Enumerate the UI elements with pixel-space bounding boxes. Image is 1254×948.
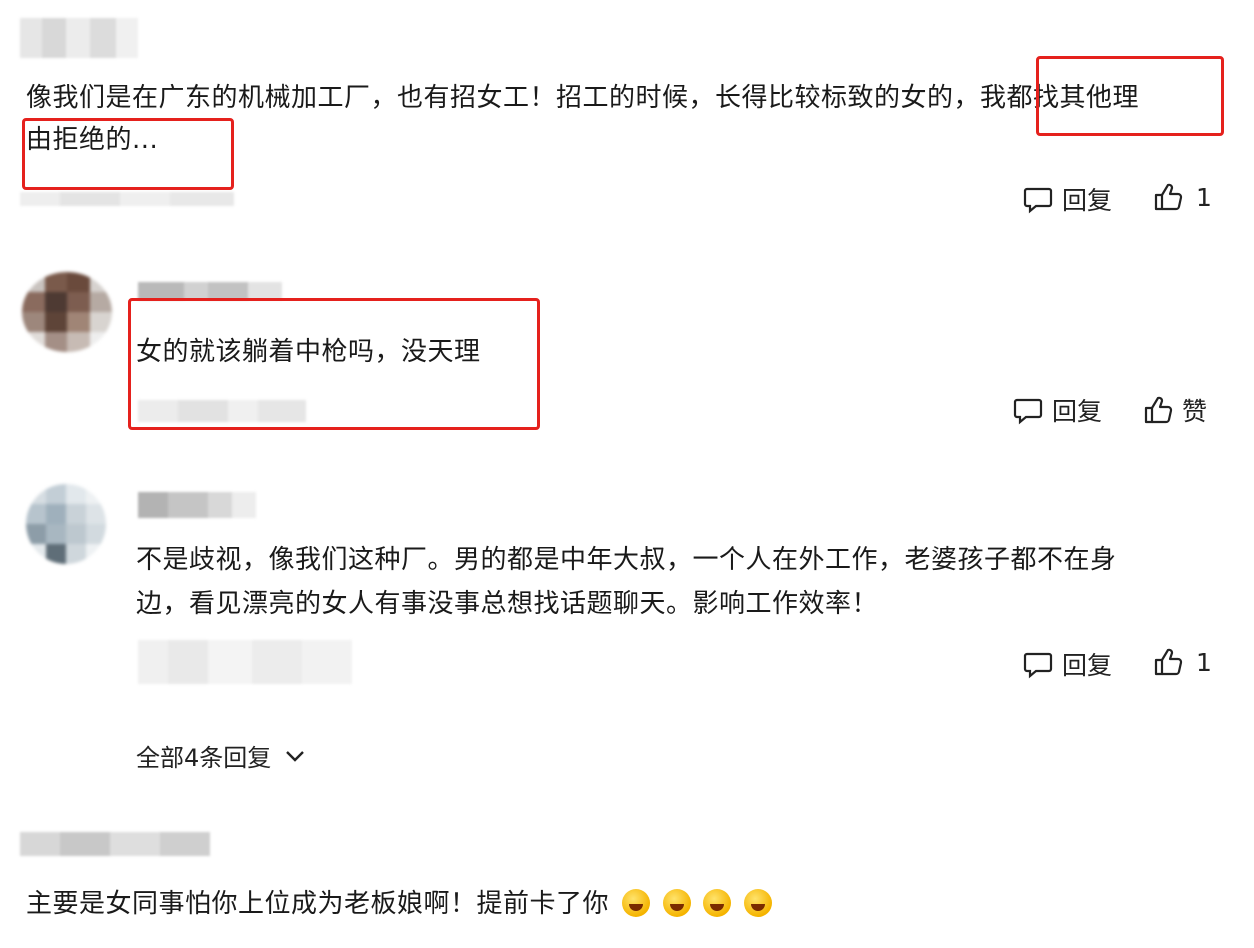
like-button[interactable]: 1 [1152,181,1212,213]
view-all-replies-label: 全部4条回复 [136,744,272,772]
avatar [22,272,112,352]
reply-button[interactable]: 回复 [1022,646,1112,682]
username-blurred [20,18,138,58]
like-label: 赞 [1182,397,1208,426]
laugh-cry-emoji [662,889,691,917]
comment-bubble-icon [1023,652,1053,679]
like-button[interactable]: 赞 [1142,392,1207,428]
highlight-box [128,298,540,430]
comment-text: 不是歧视，像我们这种厂。男的都是中年大叔，一个人在外工作，老婆孩子都不在身 [136,545,1117,575]
reply-button[interactable]: 回复 [1022,181,1112,217]
laugh-cry-emoji [621,889,650,917]
comment-bubble-icon [1013,398,1043,425]
avatar [26,484,106,564]
highlight-box [22,118,234,190]
reply-button[interactable]: 回复 [1012,392,1102,428]
chevron-down-icon [286,750,305,762]
reply-label: 回复 [1062,186,1113,215]
username-blurred [138,492,256,518]
view-all-replies-button[interactable]: 全部4条回复 [136,738,309,773]
thumbs-up-icon [1154,648,1183,676]
comment-text: 边，看见漂亮的女人有事没事总想找话题聊天。影响工作效率！ [136,589,879,619]
thumbs-up-icon [1154,183,1183,211]
reply-label: 回复 [1052,397,1103,426]
comment-text: 主要是女同事怕你上位成为老板娘啊！提前卡了你 [26,882,773,926]
smile-emoji [744,889,773,917]
timestamp-blurred [138,640,352,684]
username-blurred [20,832,210,856]
comment-text-content: 主要是女同事怕你上位成为老板娘啊！提前卡了你 [26,889,610,919]
reply-label: 回复 [1062,651,1113,680]
timestamp-blurred [20,192,234,206]
thumbs-up-icon [1144,396,1173,424]
like-button[interactable]: 1 [1152,646,1212,678]
laugh-cry-emoji [703,889,732,917]
like-count: 1 [1196,647,1212,677]
comment-text: 像我们是在广东的机械加工厂，也有招女工！招工的时候，长得比较标致的女的，我都找其… [26,83,1140,113]
comment-bubble-icon [1023,187,1053,214]
highlight-box [1036,56,1224,136]
like-count: 1 [1196,182,1212,212]
